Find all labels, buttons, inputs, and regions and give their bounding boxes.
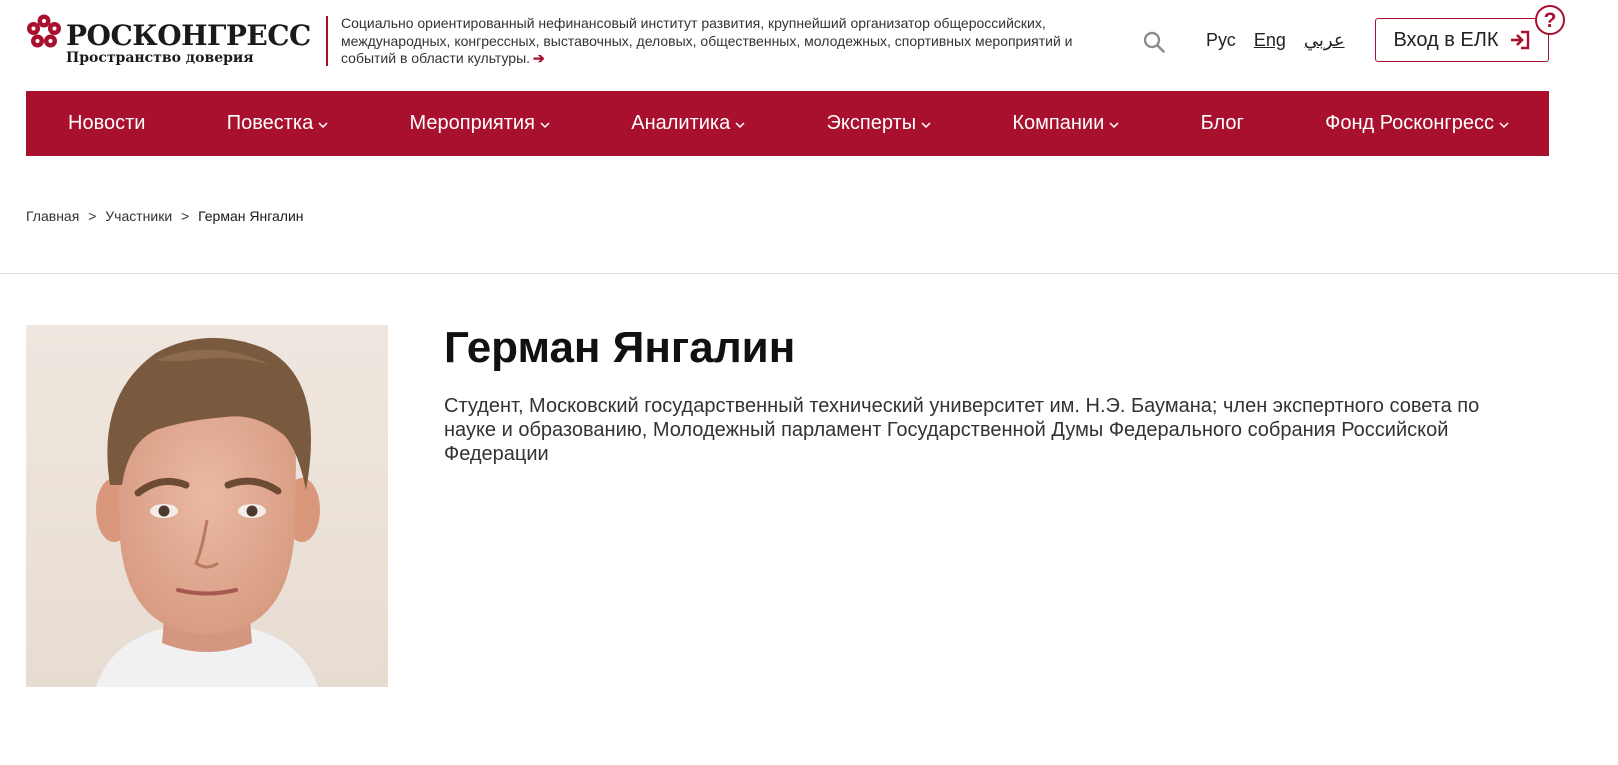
site-header: РОСКОНГРЕСС Пространство доверия Социаль… — [0, 0, 1618, 88]
breadcrumb-current: Герман Янгалин — [198, 208, 304, 224]
breadcrumb-section[interactable]: Участники — [105, 208, 172, 224]
login-button-label: Вход в ЕЛК — [1393, 28, 1499, 51]
header-description: Социально ориентированный нефинансовый и… — [341, 15, 1081, 68]
portrait-illustration — [26, 325, 388, 687]
nav-item-label: Новости — [68, 112, 146, 134]
chevron-down-icon — [1109, 122, 1119, 129]
nav-item-analytics[interactable]: Аналитика — [631, 112, 745, 135]
chevron-down-icon — [921, 122, 931, 129]
lang-en[interactable]: Eng — [1254, 30, 1286, 50]
main-nav: Новости Повестка Мероприятия Аналитика Э… — [26, 91, 1549, 156]
chevron-down-icon — [1499, 122, 1509, 129]
person-name: Герман Янгалин — [444, 323, 796, 372]
chevron-down-icon — [540, 122, 550, 129]
nav-item-foundation[interactable]: Фонд Росконгресс — [1325, 112, 1509, 135]
nav-item-blog[interactable]: Блог — [1201, 112, 1244, 135]
header-divider — [326, 16, 328, 66]
nav-item-events[interactable]: Мероприятия — [410, 112, 550, 135]
nav-item-news[interactable]: Новости — [68, 112, 145, 135]
header-description-text: Социально ориентированный нефинансовый и… — [341, 15, 1073, 66]
person-bio: Студент, Московский государственный техн… — [444, 395, 1480, 465]
help-badge[interactable]: ? — [1535, 5, 1565, 35]
section-divider — [0, 273, 1618, 274]
logo-tagline: Пространство доверия — [66, 50, 254, 66]
breadcrumb: Главная > Участники > Герман Янгалин — [26, 208, 304, 224]
search-icon[interactable] — [1142, 30, 1166, 54]
roscongress-logo[interactable]: РОСКОНГРЕСС Пространство доверия — [26, 12, 316, 72]
chevron-down-icon — [318, 122, 328, 129]
logo-flower-icon — [27, 14, 61, 48]
logo-name: РОСКОНГРЕСС — [66, 19, 311, 52]
page: РОСКОНГРЕСС Пространство доверия Социаль… — [0, 0, 1618, 765]
breadcrumb-home[interactable]: Главная — [26, 208, 79, 224]
chevron-down-icon — [735, 122, 745, 129]
nav-item-label: Фонд Росконгресс — [1325, 112, 1494, 134]
nav-item-companies[interactable]: Компании — [1012, 112, 1119, 135]
nav-item-label: Повестка — [226, 112, 314, 134]
nav-item-label: Компании — [1012, 112, 1105, 134]
nav-item-label: Мероприятия — [409, 112, 535, 134]
nav-item-label: Эксперты — [826, 112, 917, 134]
arrow-right-icon[interactable]: ➔ — [533, 50, 545, 66]
nav-item-experts[interactable]: Эксперты — [827, 112, 932, 135]
breadcrumb-separator: > — [181, 208, 190, 224]
nav-item-label: Блог — [1200, 112, 1244, 134]
login-icon — [1510, 30, 1529, 50]
lang-ar[interactable]: عربي — [1304, 30, 1345, 50]
nav-item-agenda[interactable]: Повестка — [227, 112, 329, 135]
breadcrumb-separator: > — [88, 208, 97, 224]
language-switcher: Рус Eng عربي — [1206, 30, 1358, 51]
lang-ru[interactable]: Рус — [1206, 30, 1236, 50]
login-button[interactable]: Вход в ЕЛК — [1375, 18, 1549, 62]
profile-photo — [26, 325, 388, 687]
nav-item-label: Аналитика — [631, 112, 731, 134]
